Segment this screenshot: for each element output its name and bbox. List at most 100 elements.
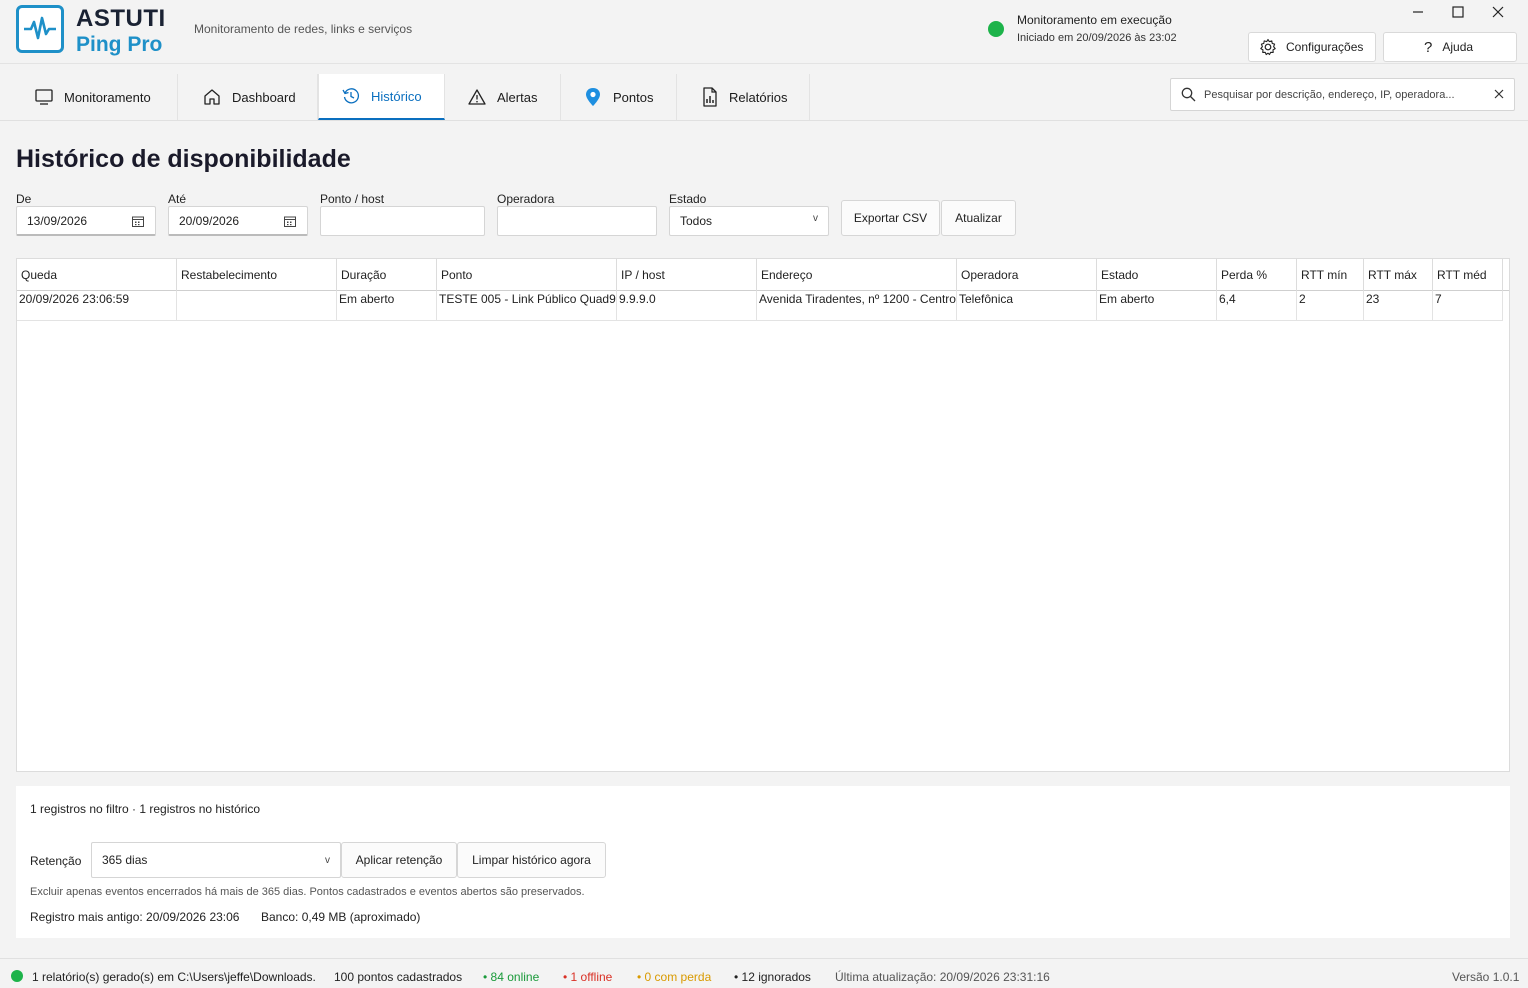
table-cell: 7: [1433, 291, 1503, 321]
tab-monitoramento[interactable]: Monitoramento: [16, 74, 178, 120]
retention-select[interactable]: 365 dias v: [91, 842, 341, 878]
column-header[interactable]: Estado: [1097, 259, 1217, 291]
app-subtitle: Ping Pro: [76, 33, 163, 56]
tab-label: Alertas: [497, 89, 538, 105]
minimize-icon[interactable]: [1408, 2, 1428, 22]
column-header[interactable]: Ponto: [437, 259, 617, 291]
status-ok-icon: [11, 970, 23, 982]
status-indicator-icon: [988, 21, 1004, 37]
column-header[interactable]: Restabelecimento: [177, 259, 337, 291]
status-bar: 1 relatório(s) gerado(s) em C:\Users\jef…: [0, 958, 1528, 988]
export-csv-button[interactable]: Exportar CSV: [841, 200, 940, 236]
tab-label: Dashboard: [232, 89, 296, 105]
report-icon: [701, 87, 719, 107]
title-bar: ASTUTI Ping Pro Monitoramento de redes, …: [0, 0, 1528, 64]
search-box[interactable]: Pesquisar por descrição, endereço, IP, o…: [1170, 78, 1515, 111]
chevron-down-icon: v: [325, 855, 330, 866]
retention-value: 365 dias: [102, 853, 148, 867]
column-header[interactable]: Operadora: [957, 259, 1097, 291]
maximize-icon[interactable]: [1448, 2, 1468, 22]
clear-search-icon[interactable]: [1494, 89, 1504, 99]
tab-label: Histórico: [371, 88, 422, 104]
calendar-icon[interactable]: [132, 216, 144, 227]
warning-icon: [467, 88, 487, 106]
retention-label: Retenção: [30, 854, 82, 868]
help-label: Ajuda: [1442, 40, 1474, 54]
chevron-down-icon: v: [813, 213, 818, 224]
table-header: Queda Restabelecimento Duração Ponto IP …: [17, 259, 1509, 291]
carrier-input[interactable]: [497, 206, 657, 236]
question-icon: ?: [1424, 38, 1433, 56]
report-status: 1 relatório(s) gerado(s) em C:\Users\jef…: [32, 970, 316, 984]
tab-alertas[interactable]: Alertas: [445, 74, 561, 120]
from-label: De: [16, 192, 32, 206]
apply-retention-button[interactable]: Aplicar retenção: [341, 842, 457, 878]
app-tagline: Monitoramento de redes, links e serviços: [194, 22, 413, 36]
table-cell: 20/09/2026 23:06:59: [17, 291, 177, 321]
main-nav: Monitoramento Dashboard Histórico Alerta…: [0, 64, 1528, 121]
search-input[interactable]: Pesquisar por descrição, endereço, IP, o…: [1204, 89, 1455, 101]
calendar-icon[interactable]: [284, 216, 296, 227]
tab-label: Relatórios: [729, 89, 788, 105]
column-header[interactable]: RTT mín: [1297, 259, 1364, 291]
version: Versão 1.0.1: [1452, 970, 1520, 984]
home-icon: [202, 88, 222, 106]
from-date-field[interactable]: 13/09/2026: [16, 206, 156, 236]
retention-note: Excluir apenas eventos encerrados há mai…: [30, 886, 585, 898]
table-cell: 23: [1364, 291, 1433, 321]
tab-historico[interactable]: Histórico: [318, 74, 445, 120]
column-header[interactable]: IP / host: [617, 259, 757, 291]
oldest-record: Registro mais antigo: 20/09/2026 23:06: [30, 910, 240, 924]
table-cell: 9.9.9.0: [617, 291, 757, 321]
table-cell: Telefônica: [957, 291, 1097, 321]
loss-count: • 0 com perda: [637, 970, 712, 984]
record-count: 1 registros no filtro · 1 registros no h…: [30, 802, 261, 816]
monitor-icon: [34, 88, 54, 106]
app-title: ASTUTI: [76, 5, 166, 32]
online-count: • 84 online: [483, 970, 540, 984]
table-cell: [177, 291, 337, 321]
retention-panel: 1 registros no filtro · 1 registros no h…: [16, 786, 1510, 938]
column-header[interactable]: RTT méd: [1433, 259, 1503, 291]
tab-pontos[interactable]: Pontos: [561, 74, 677, 120]
location-pin-icon: [583, 87, 603, 107]
settings-button[interactable]: Configurações: [1248, 32, 1376, 62]
status-subtitle: Iniciado em 20/09/2026 às 23:02: [1017, 32, 1177, 44]
from-date-value: 13/09/2026: [27, 213, 88, 228]
tab-label: Pontos: [613, 89, 654, 105]
to-date-value: 20/09/2026: [179, 213, 240, 228]
host-input[interactable]: [320, 206, 485, 236]
history-table: Queda Restabelecimento Duração Ponto IP …: [16, 258, 1510, 772]
table-cell: Em aberto: [337, 291, 437, 321]
offline-count: • 1 offline: [563, 970, 613, 984]
table-cell: Avenida Tiradentes, nº 1200 - Centro: [757, 291, 957, 321]
status-title: Monitoramento em execução: [1017, 13, 1172, 27]
tab-dashboard[interactable]: Dashboard: [178, 74, 318, 120]
column-header[interactable]: Perda %: [1217, 259, 1297, 291]
column-header[interactable]: Queda: [17, 259, 177, 291]
tab-relatorios[interactable]: Relatórios: [677, 74, 810, 120]
column-header[interactable]: Endereço: [757, 259, 957, 291]
logo-pulse-icon: [16, 5, 64, 53]
table-cell: Em aberto: [1097, 291, 1217, 321]
page-title: Histórico de disponibilidade: [16, 145, 351, 173]
refresh-button[interactable]: Atualizar: [941, 200, 1016, 236]
ignored-count: • 12 ignorados: [734, 970, 811, 984]
search-icon: [1181, 87, 1196, 102]
state-select[interactable]: Todos v: [669, 206, 829, 236]
close-icon[interactable]: [1488, 2, 1508, 22]
column-header[interactable]: Duração: [337, 259, 437, 291]
table-cell: TESTE 005 - Link Público Quad9: [437, 291, 617, 321]
last-update: Última atualização: 20/09/2026 23:31:16: [835, 970, 1050, 984]
column-header[interactable]: RTT máx: [1364, 259, 1433, 291]
table-cell: 6,4: [1217, 291, 1297, 321]
state-label: Estado: [669, 192, 707, 206]
help-button[interactable]: ? Ajuda: [1383, 32, 1517, 62]
history-icon: [341, 87, 361, 105]
points-count: 100 pontos cadastrados: [334, 970, 463, 984]
clear-history-button[interactable]: Limpar histórico agora: [457, 842, 606, 878]
to-date-field[interactable]: 20/09/2026: [168, 206, 308, 236]
table-cell: 2: [1297, 291, 1364, 321]
gear-icon: [1259, 38, 1277, 56]
settings-label: Configurações: [1286, 40, 1364, 54]
